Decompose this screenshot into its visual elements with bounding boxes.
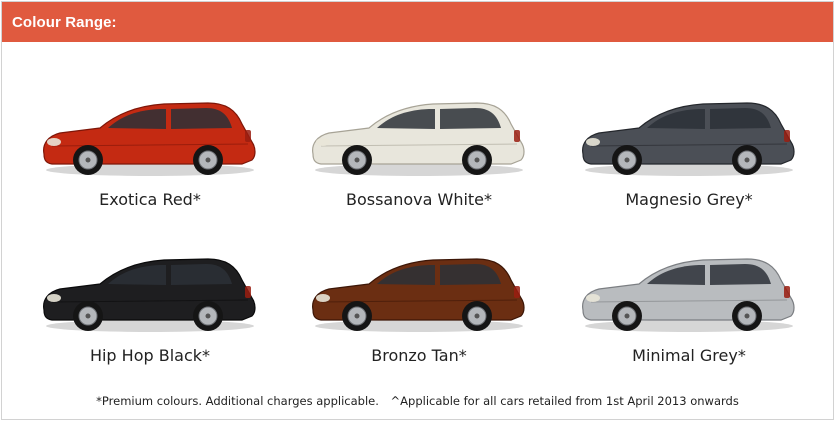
colour-swatch-bronzo-tan: Bronzo Tan* bbox=[299, 240, 539, 370]
car-image bbox=[582, 102, 795, 176]
car-hub bbox=[474, 313, 480, 319]
car-image bbox=[43, 258, 256, 332]
footnote: *Premium colours. Additional charges app… bbox=[2, 394, 833, 408]
footnote-applicable: ^Applicable for all cars retailed from 1… bbox=[390, 394, 739, 408]
car-image bbox=[43, 102, 256, 176]
colour-name: Exotica Red* bbox=[99, 190, 201, 209]
car-taillight bbox=[784, 130, 790, 142]
car-hub bbox=[354, 313, 360, 319]
footnote-premium: *Premium colours. Additional charges app… bbox=[96, 394, 379, 408]
car-hub bbox=[624, 157, 630, 163]
car-hub bbox=[354, 157, 360, 163]
car-headlight bbox=[316, 138, 330, 146]
car-hub bbox=[744, 313, 750, 319]
colour-name: Magnesio Grey* bbox=[625, 190, 753, 209]
car-hub bbox=[205, 157, 211, 163]
colour-range-header: Colour Range: bbox=[2, 2, 833, 42]
car-image bbox=[312, 102, 525, 176]
header-title: Colour Range: bbox=[12, 14, 117, 31]
car-hub bbox=[744, 157, 750, 163]
car-hub bbox=[205, 313, 211, 319]
car-taillight bbox=[784, 286, 790, 298]
car-taillight bbox=[245, 286, 251, 298]
colour-swatch-bossanova-white: Bossanova White* bbox=[299, 84, 539, 214]
car-headlight bbox=[47, 294, 61, 302]
car-hub bbox=[85, 157, 91, 163]
car-hub bbox=[85, 313, 91, 319]
colour-swatch-minimal-grey: Minimal Grey* bbox=[569, 240, 809, 370]
car-taillight bbox=[514, 286, 520, 298]
car-taillight bbox=[245, 130, 251, 142]
car-image bbox=[312, 258, 525, 332]
colour-swatch-exotica-red: Exotica Red* bbox=[30, 84, 270, 214]
car-headlight bbox=[316, 294, 330, 302]
car-hub bbox=[474, 157, 480, 163]
car-hub bbox=[624, 313, 630, 319]
colour-name: Minimal Grey* bbox=[632, 346, 746, 365]
car-headlight bbox=[586, 138, 600, 146]
colour-swatch-magnesio-grey: Magnesio Grey* bbox=[569, 84, 809, 214]
colour-name: Bossanova White* bbox=[345, 190, 493, 209]
colour-range-panel: Colour Range: Exotica Red* Bossanova Whi… bbox=[1, 1, 834, 420]
car-headlight bbox=[47, 138, 61, 146]
car-headlight bbox=[586, 294, 600, 302]
car-image bbox=[582, 258, 795, 332]
colour-name: Hip Hop Black* bbox=[89, 346, 211, 365]
car-taillight bbox=[514, 130, 520, 142]
colour-swatch-hip-hop-black: Hip Hop Black* bbox=[30, 240, 270, 370]
colour-name: Bronzo Tan* bbox=[371, 346, 467, 365]
